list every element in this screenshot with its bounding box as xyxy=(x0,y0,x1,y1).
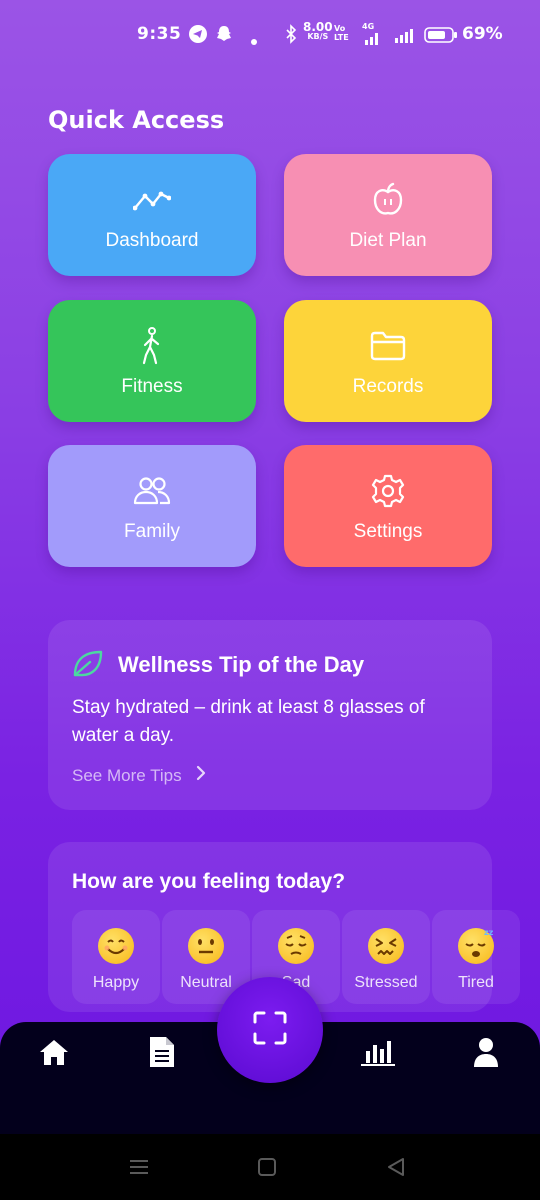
confounded-face-icon xyxy=(368,928,404,964)
signal-icon-1 xyxy=(364,30,382,50)
sleeping-face-icon: zz xyxy=(458,928,494,964)
tile-label: Fitness xyxy=(121,376,183,397)
scan-button[interactable] xyxy=(217,977,323,1083)
people-icon xyxy=(132,471,172,511)
battery-percentage: 69% xyxy=(462,24,503,44)
battery-icon xyxy=(424,26,458,49)
svg-text:zz: zz xyxy=(484,928,494,937)
system-navigation-bar xyxy=(0,1134,540,1200)
pensive-face-icon xyxy=(278,928,314,964)
tile-label: Records xyxy=(352,376,424,397)
chart-line-icon xyxy=(132,180,172,220)
volte-indicator: Vo LTE xyxy=(334,24,349,42)
mood-label: Neutral xyxy=(180,974,232,991)
see-more-tips-link[interactable]: See More Tips xyxy=(72,764,206,787)
see-more-label: See More Tips xyxy=(72,765,182,785)
mood-option-stressed[interactable]: Stressed xyxy=(342,910,430,1004)
smiling-face-icon xyxy=(98,928,134,964)
wellness-tip-header: Wellness Tip of the Day xyxy=(72,648,364,682)
tile-dashboard[interactable]: Dashboard xyxy=(48,154,256,276)
snapchat-icon xyxy=(215,24,233,49)
neutral-face-icon xyxy=(188,928,224,964)
walking-icon xyxy=(132,326,172,366)
home-icon[interactable] xyxy=(36,1034,72,1070)
tile-fitness[interactable]: Fitness xyxy=(48,300,256,422)
tile-label: Settings xyxy=(353,521,423,542)
volte-bottom: LTE xyxy=(334,33,349,42)
back-icon[interactable] xyxy=(386,1156,406,1182)
mood-label: Stressed xyxy=(354,974,418,991)
profile-icon[interactable] xyxy=(468,1034,504,1070)
chevron-right-icon xyxy=(196,764,206,787)
wellness-tip-title: Wellness Tip of the Day xyxy=(118,652,365,677)
wellness-tip-body: Stay hydrated – drink at least 8 glasses… xyxy=(72,697,425,746)
telegram-icon xyxy=(188,24,208,49)
mood-label: Happy xyxy=(92,974,140,991)
bluetooth-icon xyxy=(285,24,297,49)
tile-settings[interactable]: Settings xyxy=(284,445,492,567)
tile-records[interactable]: Records xyxy=(284,300,492,422)
bar-chart-icon[interactable] xyxy=(360,1034,396,1070)
dot-icon xyxy=(250,31,258,51)
wellness-tip-card: Wellness Tip of the Day Stay hydrated – … xyxy=(48,620,492,810)
document-icon[interactable] xyxy=(144,1034,180,1070)
home-button-icon[interactable] xyxy=(257,1156,277,1182)
scan-icon xyxy=(252,1010,288,1050)
tile-label: Family xyxy=(124,521,180,542)
mood-label: Tired xyxy=(458,974,494,991)
volte-top: Vo xyxy=(334,24,346,33)
mood-option-happy[interactable]: Happy xyxy=(72,910,160,1004)
mood-option-tired[interactable]: zz Tired xyxy=(432,910,520,1004)
mood-title: How are you feeling today? xyxy=(72,870,346,893)
tile-label: Dashboard xyxy=(105,230,199,251)
network-speed: 8.00 KB/S xyxy=(303,20,333,42)
signal-icon-2 xyxy=(394,28,416,49)
speed-value: 8.00 xyxy=(303,20,333,34)
tile-diet-plan[interactable]: Diet Plan xyxy=(284,154,492,276)
quick-access-title: Quick Access xyxy=(48,106,225,134)
gear-icon xyxy=(368,471,408,511)
tile-label: Diet Plan xyxy=(349,230,427,251)
status-bar: 9:35 8.00 KB/S Vo LTE 4G 69% xyxy=(0,0,540,70)
apple-icon xyxy=(368,180,408,220)
tile-family[interactable]: Family xyxy=(48,445,256,567)
leaf-icon xyxy=(72,648,104,682)
folder-icon xyxy=(368,326,408,366)
speed-unit: KB/S xyxy=(307,32,329,41)
recent-apps-icon[interactable] xyxy=(128,1156,150,1182)
status-time: 9:35 xyxy=(137,24,182,44)
